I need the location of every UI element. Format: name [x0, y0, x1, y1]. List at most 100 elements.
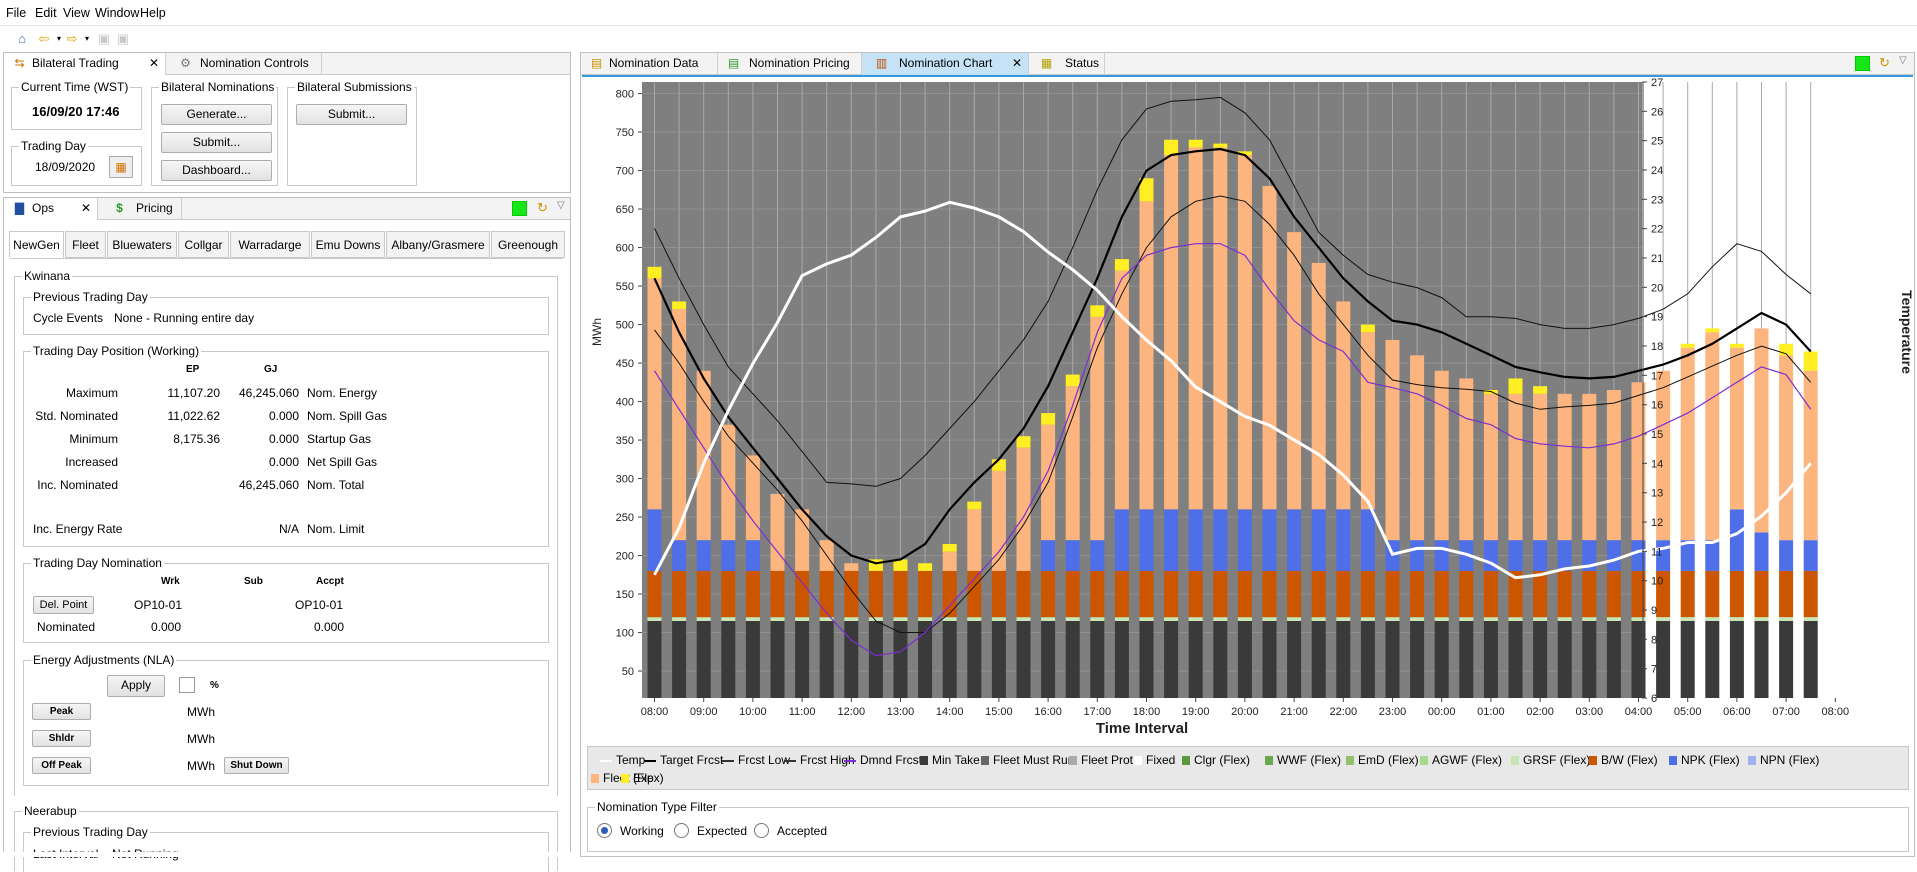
y2-tick-label: 20 — [1651, 282, 1663, 294]
subtab-greenough[interactable]: Greenough — [491, 231, 565, 258]
radio-working[interactable] — [597, 823, 612, 838]
legend-label: Exp — [633, 771, 654, 785]
y-tick-label: 400 — [616, 397, 634, 409]
legend-label: EmD (Flex) — [1358, 753, 1419, 767]
npk-flex-bar — [745, 540, 760, 571]
min-take-bar — [672, 621, 687, 698]
npk-flex-bar — [1164, 509, 1179, 571]
tab-label: Ops — [32, 201, 55, 215]
menu-edit[interactable]: Edit — [35, 6, 57, 20]
bw-flex-bar — [1459, 570, 1474, 618]
forward-arrow-icon[interactable]: ⇨ — [64, 31, 80, 47]
tab-status[interactable]: ▦ Status — [1029, 53, 1105, 75]
shut-down-button[interactable]: Shut Down — [224, 757, 289, 774]
subtab-fleet[interactable]: Fleet — [65, 231, 106, 258]
view-menu-chevron-icon[interactable]: ▽ — [1899, 55, 1907, 66]
y-tick-label: 650 — [616, 204, 634, 216]
off-peak-button[interactable]: Off Peak — [32, 757, 91, 774]
calendar-icon[interactable]: ▦ — [109, 156, 133, 178]
save-icon[interactable]: ▣ — [96, 31, 112, 47]
refresh-icon[interactable]: ↻ — [537, 200, 548, 216]
grsf-bar — [1582, 617, 1597, 621]
radio-expected[interactable] — [674, 823, 689, 838]
npk-flex-bar — [647, 509, 662, 571]
min-take-bar — [1262, 621, 1277, 698]
status-indicator-icon — [512, 201, 527, 216]
min-take-bar — [942, 621, 957, 698]
chevron-down-icon[interactable]: ▾ — [79, 31, 95, 47]
subtab-albany-grasmere[interactable]: Albany/Grasmere — [386, 231, 490, 258]
fleet-flex-bar — [1582, 393, 1597, 541]
peak-button[interactable]: Peak — [32, 703, 91, 720]
nom-energy-label: Nom. Energy — [307, 386, 378, 400]
fleet-flex-bar — [1508, 393, 1523, 541]
close-icon[interactable]: ✕ — [1012, 53, 1022, 74]
home-icon[interactable]: ⌂ — [14, 31, 30, 47]
bw-flex-bar — [1164, 570, 1179, 618]
subtab-warradarge[interactable]: Warradarge — [230, 231, 310, 258]
apply-button[interactable]: Apply — [107, 675, 165, 697]
legend-item: EmD (Flex) — [1346, 752, 1419, 769]
y-tick-label: 750 — [616, 127, 634, 139]
radio-accepted[interactable] — [754, 823, 769, 838]
menu-file[interactable]: File — [6, 6, 26, 20]
tab-nomination-chart[interactable]: ▥ Nomination Chart ✕ — [862, 53, 1029, 75]
legend-label: Fleet Must Run — [993, 753, 1075, 767]
x-tick-label: 14:00 — [936, 706, 964, 718]
chart-legend: Temp Target Frcst Frcst Low Frcst High Dmnd … — [587, 746, 1909, 790]
generate-button[interactable]: Generate... — [161, 104, 272, 125]
tab-pricing[interactable]: $ Pricing — [98, 198, 182, 220]
x-tick-label: 17:00 — [1084, 706, 1112, 718]
dashboard-button[interactable]: Dashboard... — [161, 160, 272, 181]
grsf-bar — [1385, 617, 1400, 621]
subtab-emu-downs[interactable]: Emu Downs — [311, 231, 385, 258]
grsf-bar — [1729, 617, 1744, 621]
refresh-icon[interactable]: ↻ — [1879, 55, 1890, 71]
x-tick-label: 00:00 — [1428, 706, 1456, 718]
trading-day-value[interactable]: 18/09/2020 — [35, 160, 95, 174]
menu-view[interactable]: View — [63, 6, 90, 20]
menu-help[interactable]: Help — [140, 6, 166, 20]
subtab-collgar[interactable]: Collgar — [178, 231, 229, 258]
close-icon[interactable]: ✕ — [149, 53, 159, 74]
percent-checkbox[interactable] — [179, 677, 195, 693]
subtab-bluewaters[interactable]: Bluewaters — [107, 231, 177, 258]
fleet-flex-bar — [770, 493, 785, 571]
legend-swatch — [844, 759, 856, 762]
tab-nomination-data[interactable]: ▤ Nomination Data — [581, 53, 718, 75]
npk-flex-bar — [1729, 509, 1744, 571]
npk-flex-bar — [1114, 509, 1129, 571]
min-take-bar — [745, 621, 760, 698]
grsf-bar — [1188, 617, 1203, 621]
row-increased-gj: 0.000 — [268, 455, 299, 469]
back-arrow-icon[interactable]: ⇦ — [36, 31, 52, 47]
gear-icon: ⚙ — [180, 56, 191, 70]
y2-tick-label: 16 — [1651, 400, 1663, 412]
grsf-bar — [1557, 617, 1572, 621]
tab-label: Nomination Data — [609, 56, 699, 70]
close-icon[interactable]: ✕ — [81, 198, 91, 219]
bw-flex-bar — [1385, 570, 1400, 618]
tab-bilateral-trading[interactable]: ⇆ Bilateral Trading ✕ — [4, 53, 166, 75]
tab-nomination-pricing[interactable]: ▤ Nomination Pricing — [718, 53, 862, 75]
subtab-newgen[interactable]: NewGen — [9, 231, 64, 258]
fleet-flex-bar — [1754, 328, 1769, 533]
exp-bar — [1729, 343, 1744, 348]
tab-ops[interactable]: ▇ Ops ✕ — [4, 198, 98, 220]
menu-window[interactable]: Window — [95, 6, 139, 20]
bw-flex-bar — [1213, 570, 1228, 618]
submissions-submit-button[interactable]: Submit... — [296, 104, 407, 125]
inc-energy-rate-label: Inc. Energy Rate — [33, 522, 123, 536]
tab-nomination-controls[interactable]: ⚙ Nomination Controls — [166, 53, 322, 75]
view-menu-chevron-icon[interactable]: ▽ — [557, 200, 565, 211]
nominated-label: Nominated — [37, 620, 96, 634]
exp-bar — [1360, 324, 1375, 333]
save-all-icon[interactable]: ▣ — [115, 31, 131, 47]
submit-button[interactable]: Submit... — [161, 132, 272, 153]
del-point-button[interactable]: Del. Point — [33, 596, 94, 614]
bilateral-tabbar: ⇆ Bilateral Trading ✕ ⚙ Nomination Contr… — [4, 53, 570, 75]
npk-flex-bar — [1360, 509, 1375, 571]
shoulder-button[interactable]: Shldr — [32, 730, 91, 747]
y-tick-label: 500 — [616, 320, 634, 332]
grsf-bar — [1065, 617, 1080, 621]
